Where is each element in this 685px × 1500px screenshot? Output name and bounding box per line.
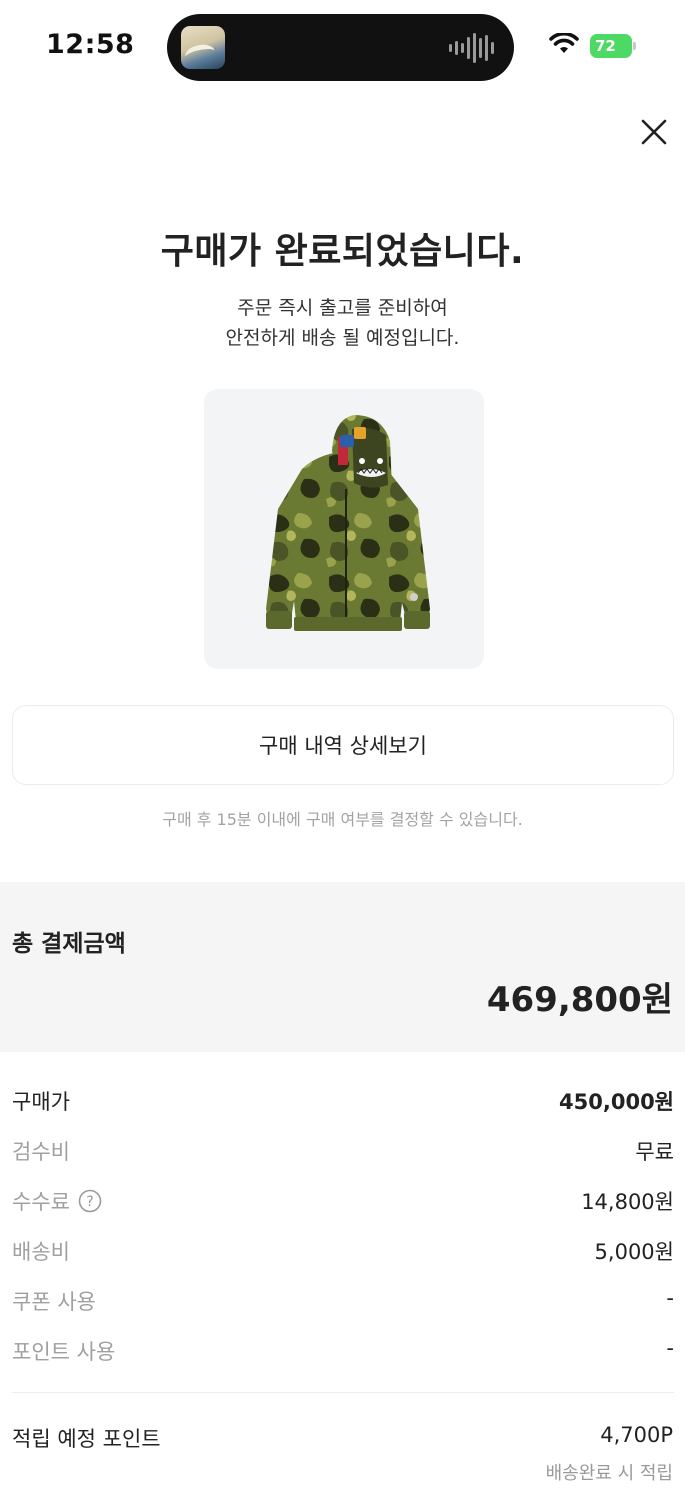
purchase-price-label: 구매가 — [12, 1090, 70, 1114]
price-breakdown: 구매가 450,000원 검수비 무료 수수료 ? 14,800원 배송비 5,… — [12, 1078, 674, 1378]
coupon-value: - — [666, 1286, 674, 1310]
coupon-label: 쿠폰 사용 — [12, 1290, 96, 1314]
product-image — [204, 389, 484, 669]
purchase-detail-button[interactable]: 구매 내역 상세보기 — [12, 705, 674, 785]
now-playing-artwork — [181, 26, 225, 69]
points-note: 배송완료 시 적립 — [545, 1463, 673, 1484]
page-title: 구매가 완료되었습니다. — [160, 231, 525, 272]
shipping-fee-label: 배송비 — [12, 1240, 70, 1264]
inspection-fee-value: 무료 — [635, 1140, 674, 1164]
list-item: 구매가 450,000원 — [12, 1078, 674, 1128]
inspection-fee-label: 검수비 — [12, 1140, 70, 1164]
shipping-fee-value: 5,000원 — [594, 1240, 674, 1264]
total-payment-label: 총 결제금액 — [12, 931, 126, 957]
list-item: 검수비 무료 — [12, 1128, 674, 1178]
svg-text:?: ? — [86, 1194, 93, 1210]
expected-points-value: 4,700P — [600, 1423, 673, 1447]
question-circle-icon[interactable]: ? — [78, 1189, 102, 1213]
audio-waveform-icon — [449, 32, 494, 64]
wifi-icon — [549, 33, 579, 53]
point-use-label: 포인트 사용 — [12, 1340, 116, 1364]
subtitle-line-1: 주문 즉시 출고를 준비하여 — [237, 297, 448, 319]
battery-indicator: 72 — [590, 34, 636, 58]
total-payment-amount: 469,800원 — [486, 980, 673, 1020]
dynamic-island[interactable] — [167, 14, 514, 81]
close-icon — [641, 119, 667, 145]
battery-level: 72 — [590, 34, 632, 58]
status-bar: 12:58 72 — [0, 0, 685, 92]
list-item: 쿠폰 사용 - — [12, 1278, 674, 1328]
total-payment-section: 총 결제금액 469,800원 — [0, 882, 685, 1052]
expected-points-label: 적립 예정 포인트 — [12, 1427, 161, 1451]
status-time: 12:58 — [46, 29, 135, 60]
list-item: 배송비 5,000원 — [12, 1228, 674, 1278]
subtitle-line-2: 안전하게 배송 될 예정입니다. — [225, 327, 460, 349]
camo-hoodie-image — [266, 415, 430, 631]
commission-value: 14,800원 — [581, 1190, 674, 1214]
close-button[interactable] — [632, 110, 676, 154]
divider — [12, 1392, 674, 1393]
decision-notice: 구매 후 15분 이내에 구매 여부를 결정할 수 있습니다. — [162, 810, 523, 829]
point-use-value: - — [666, 1336, 674, 1360]
commission-label: 수수료 — [12, 1190, 70, 1214]
commission-label-group: 수수료 ? — [12, 1186, 102, 1216]
list-item: 수수료 ? 14,800원 — [12, 1178, 674, 1228]
purchase-price-value: 450,000원 — [559, 1090, 674, 1114]
list-item: 포인트 사용 - — [12, 1328, 674, 1378]
